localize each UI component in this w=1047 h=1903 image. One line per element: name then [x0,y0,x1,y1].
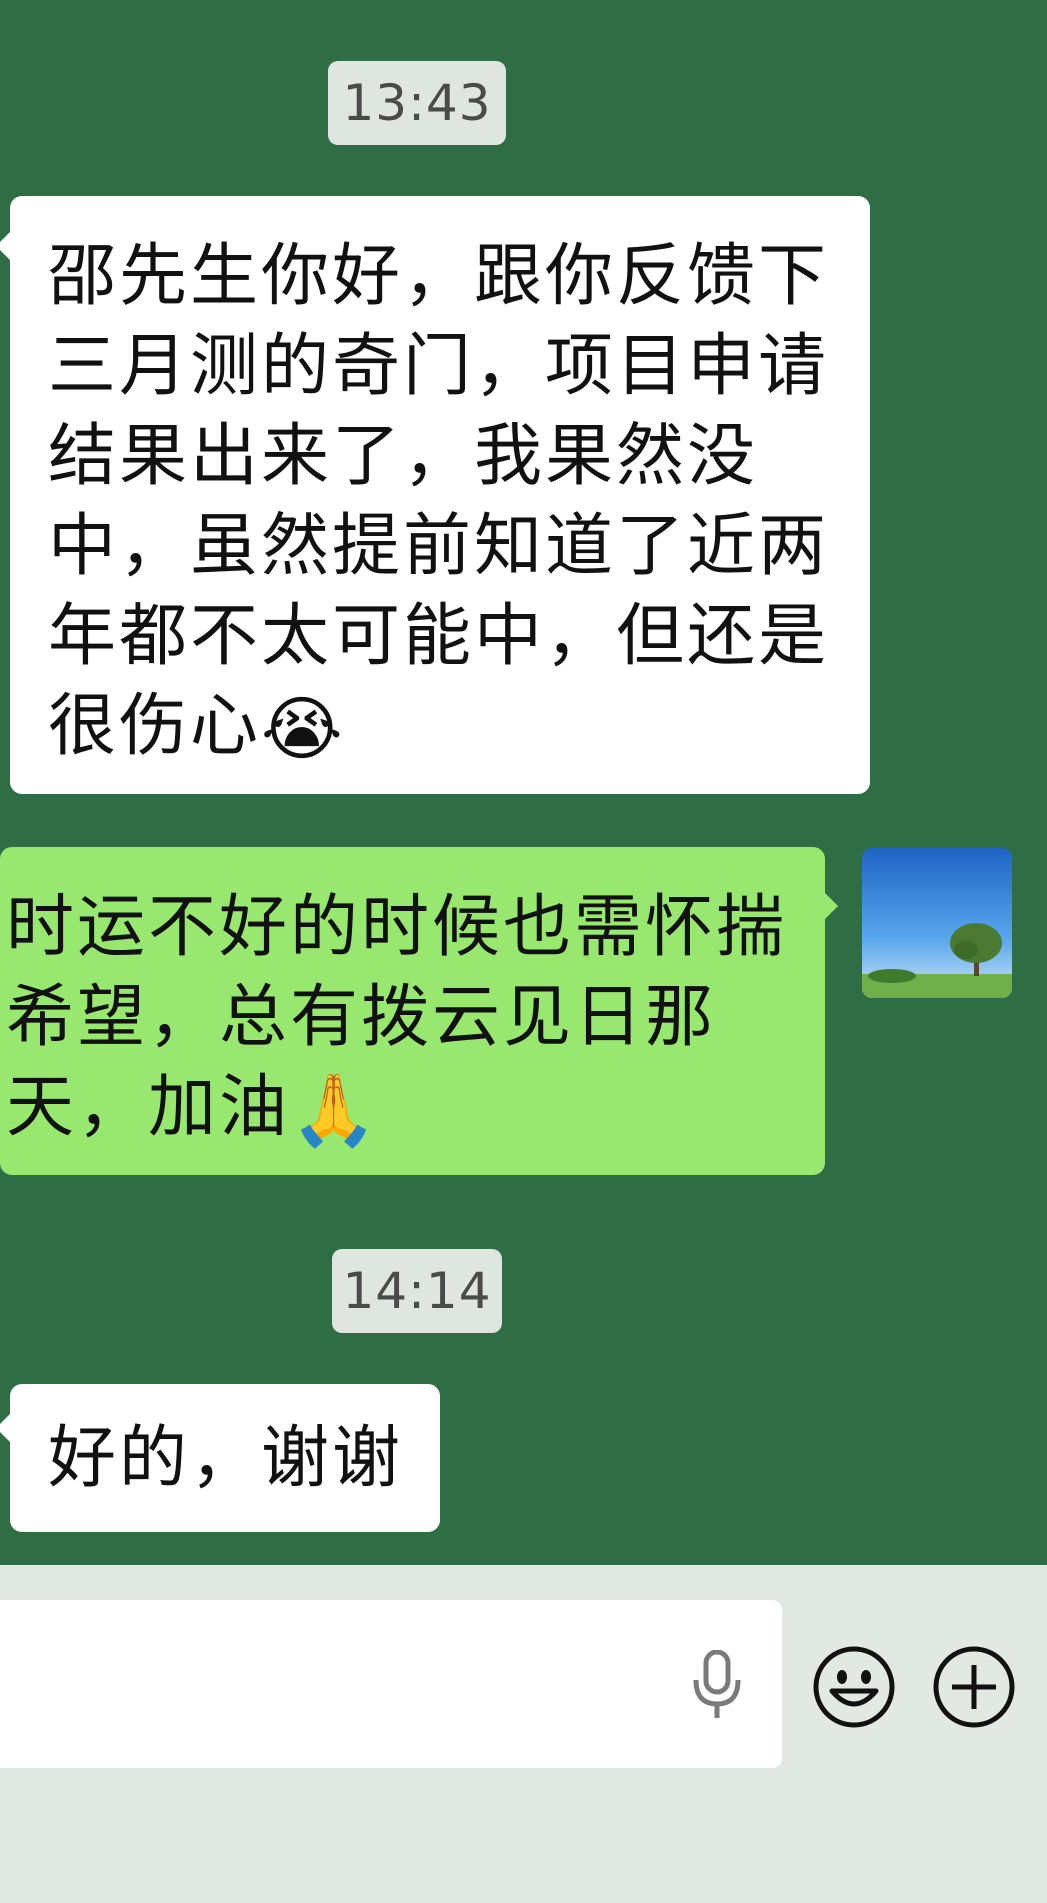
plus-icon[interactable] [932,1645,1016,1729]
incoming-message-bubble[interactable]: 邵先生你好，跟你反馈下三月测的奇门，项目申请结果出来了，我果然没中，虽然提前知道… [10,196,870,794]
timestamp: 14:14 [332,1249,502,1333]
chat-area[interactable]: 13:43 邵先生你好，跟你反馈下三月测的奇门，项目申请结果出来了，我果然没中，… [0,0,1047,1565]
avatar[interactable] [862,848,1012,998]
outgoing-message-bubble[interactable]: 时运不好的时候也需怀揣希望，总有拨云见日那天，加油🙏 [0,847,825,1175]
microphone-icon[interactable] [690,1650,744,1720]
crying-face-icon: 😭 [261,688,346,770]
message-text: 邵先生你好，跟你反馈下三月测的奇门，项目申请结果出来了，我果然没中，虽然提前知道… [48,237,830,766]
message-input[interactable] [0,1600,782,1768]
message-text: 时运不好的时候也需怀揣希望，总有拨云见日那天，加油 [6,888,788,1147]
emoji-icon[interactable] [812,1645,896,1729]
timestamp: 13:43 [328,61,506,145]
bubble-tail [824,892,838,920]
bubble-tail [0,1414,10,1442]
bubble-tail [0,232,10,260]
incoming-message-bubble[interactable]: 好的，谢谢 [10,1384,440,1532]
landscape-avatar-image [862,848,1012,998]
folded-hands-icon: 🙏 [290,1069,381,1151]
message-text: 好的，谢谢 [48,1419,404,1498]
input-bar [0,1565,1047,1903]
